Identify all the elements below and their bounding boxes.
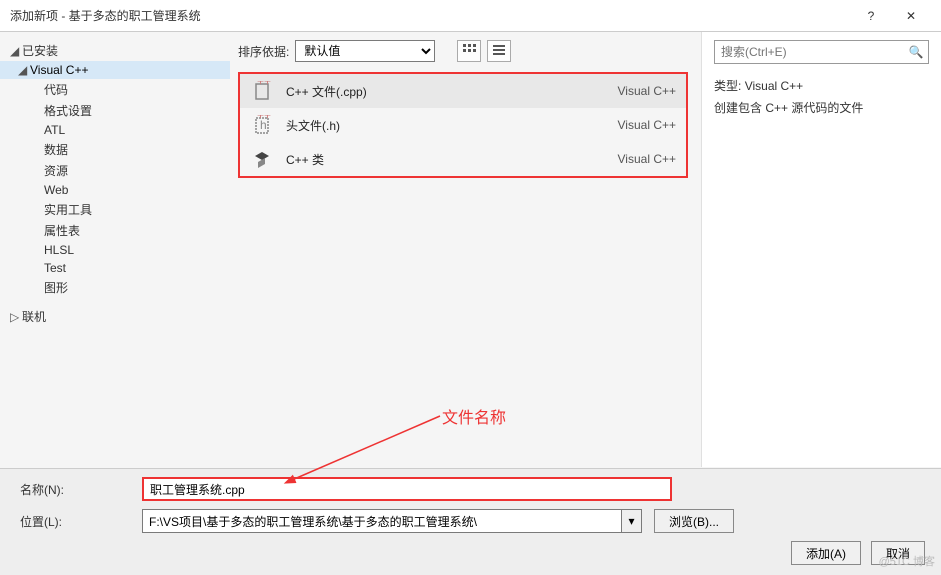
chevron-right-icon: ▷	[10, 310, 22, 324]
list-view-button[interactable]	[487, 40, 511, 62]
tree-item[interactable]: 属性表	[0, 220, 230, 241]
sort-label: 排序依据:	[238, 43, 289, 60]
main-area: ◢ 已安装 ◢ Visual C++ 代码格式设置ATL数据资源Web实用工具属…	[0, 32, 941, 467]
sort-select[interactable]: 默认值	[295, 40, 435, 62]
template-name: C++ 类	[286, 151, 618, 168]
side-panel: 🔍 类型: Visual C++ 创建包含 C++ 源代码的文件	[701, 32, 941, 467]
tree-item[interactable]: 格式设置	[0, 100, 230, 121]
template-row[interactable]: ++ C++ 文件(.cpp)Visual C++	[240, 74, 686, 108]
help-button[interactable]: ?	[851, 4, 891, 28]
tree-item[interactable]: 代码	[0, 79, 230, 100]
chevron-down-icon: ◢	[10, 44, 22, 58]
template-row[interactable]: C++ 类Visual C++	[240, 142, 686, 176]
template-category: Visual C++	[618, 84, 676, 98]
file-icon	[250, 147, 274, 171]
tree-item[interactable]: HLSL	[0, 241, 230, 259]
tree-online-label: 联机	[22, 308, 46, 325]
type-value: Visual C++	[745, 79, 803, 93]
footer-buttons: 添加(A) 取消	[12, 541, 929, 565]
type-label: 类型:	[714, 79, 741, 93]
search-input[interactable]	[715, 45, 904, 59]
template-name: C++ 文件(.cpp)	[286, 83, 618, 100]
template-category: Visual C++	[618, 118, 676, 132]
svg-text:++: ++	[257, 81, 271, 88]
tree-installed[interactable]: ◢ 已安装	[0, 40, 230, 61]
name-row: 名称(N):	[12, 477, 929, 501]
close-button[interactable]: ✕	[891, 4, 931, 28]
tree-vcpp[interactable]: ◢ Visual C++	[0, 61, 230, 79]
bottom-panel: 名称(N): 位置(L): ▾ 浏览(B)... 添加(A) 取消	[0, 468, 941, 575]
search-icon[interactable]: 🔍	[904, 45, 928, 59]
svg-text:++: ++	[257, 115, 271, 122]
tree-item[interactable]: Test	[0, 259, 230, 277]
template-row[interactable]: h++ 头文件(.h)Visual C++	[240, 108, 686, 142]
tree-item[interactable]: 数据	[0, 139, 230, 160]
location-label: 位置(L):	[12, 513, 142, 530]
name-label: 名称(N):	[12, 481, 142, 498]
location-row: 位置(L): ▾ 浏览(B)...	[12, 509, 929, 533]
list-icon	[492, 43, 506, 60]
name-input[interactable]	[142, 477, 672, 501]
tree-item[interactable]: 实用工具	[0, 199, 230, 220]
toolbar: 排序依据: 默认值	[238, 40, 691, 62]
grid-icon	[462, 43, 476, 60]
template-list: ++C++ 文件(.cpp)Visual C++h++头文件(.h)Visual…	[238, 72, 688, 178]
location-input[interactable]	[142, 509, 622, 533]
tree-item[interactable]: 资源	[0, 160, 230, 181]
sidebar: ◢ 已安装 ◢ Visual C++ 代码格式设置ATL数据资源Web实用工具属…	[0, 32, 230, 467]
tree-installed-label: 已安装	[22, 42, 58, 59]
file-icon: ++	[250, 79, 274, 103]
location-dropdown-icon[interactable]: ▾	[622, 509, 642, 533]
titlebar: 添加新项 - 基于多态的职工管理系统 ? ✕	[0, 0, 941, 32]
cancel-button[interactable]: 取消	[871, 541, 925, 565]
browse-button[interactable]: 浏览(B)...	[654, 509, 734, 533]
template-info: 类型: Visual C++ 创建包含 C++ 源代码的文件	[714, 76, 929, 119]
window-title: 添加新项 - 基于多态的职工管理系统	[10, 7, 851, 24]
file-icon: h++	[250, 113, 274, 137]
tree-item[interactable]: ATL	[0, 121, 230, 139]
template-name: 头文件(.h)	[286, 117, 618, 134]
tree-vcpp-label: Visual C++	[30, 63, 88, 77]
template-desc: 创建包含 C++ 源代码的文件	[714, 98, 929, 120]
chevron-down-icon: ◢	[18, 63, 30, 77]
grid-view-button[interactable]	[457, 40, 481, 62]
tree-online[interactable]: ▷ 联机	[0, 306, 230, 327]
search-box[interactable]: 🔍	[714, 40, 929, 64]
tree-item[interactable]: 图形	[0, 277, 230, 298]
center-panel: 排序依据: 默认值 ++C++ 文件(.cpp)Visual C++h++头文件…	[230, 32, 701, 467]
template-category: Visual C++	[618, 152, 676, 166]
add-button[interactable]: 添加(A)	[791, 541, 861, 565]
tree-item[interactable]: Web	[0, 181, 230, 199]
